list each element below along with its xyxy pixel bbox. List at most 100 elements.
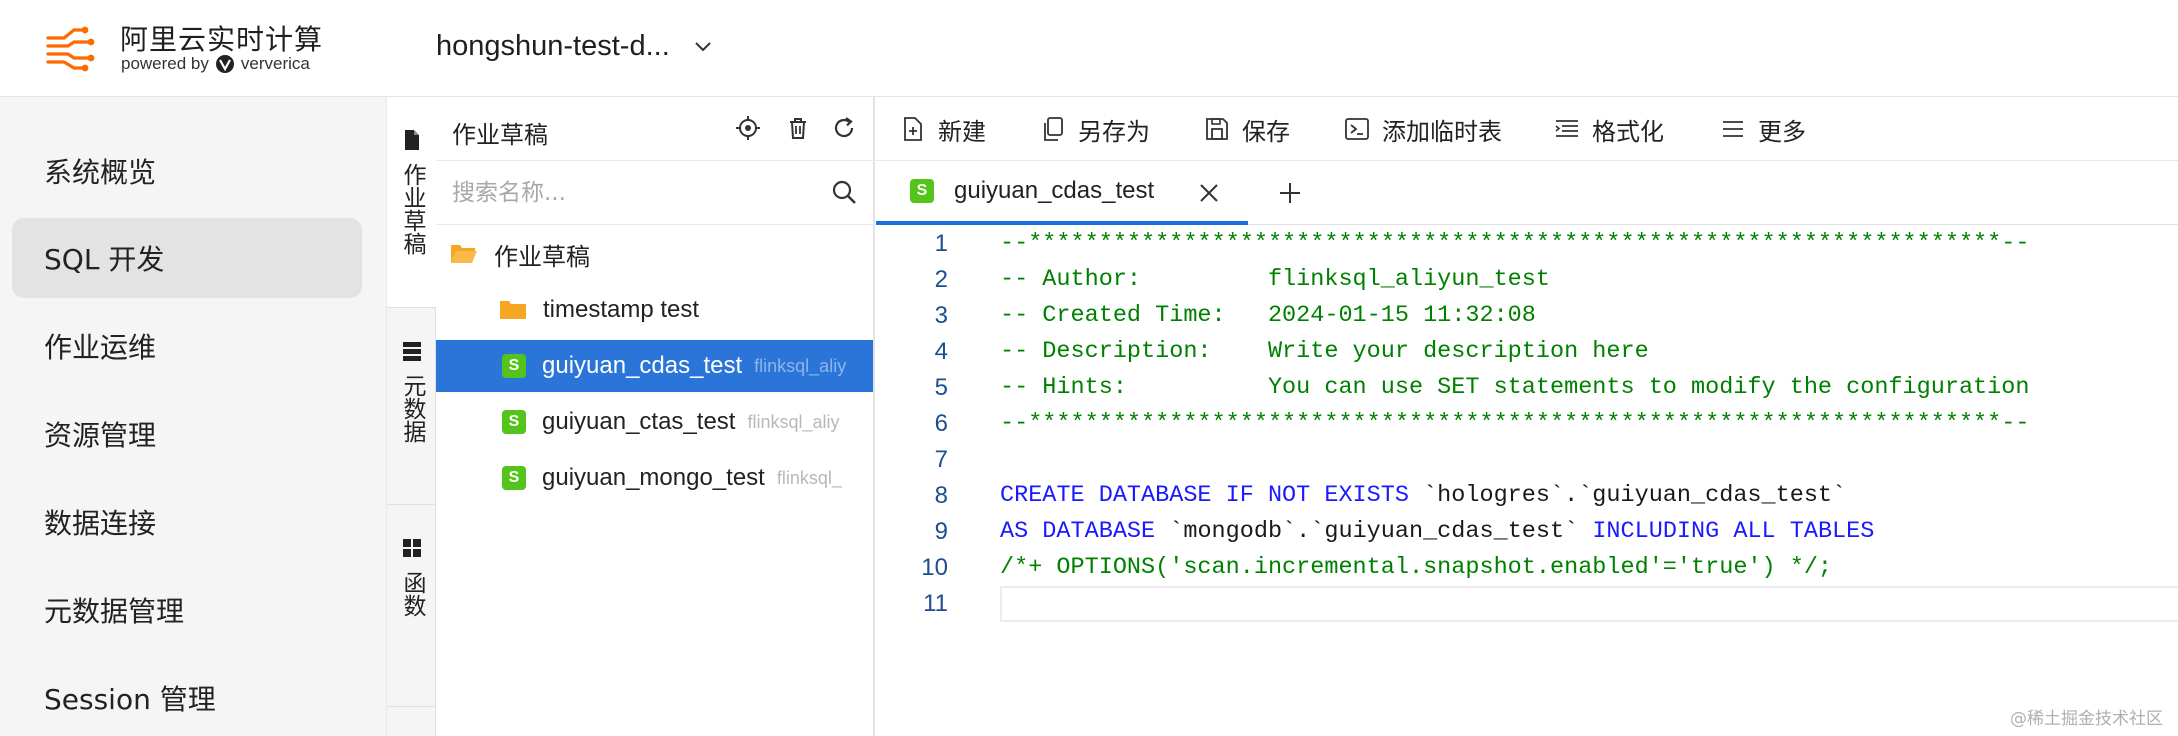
tree-item-name: guiyuan_ctas_test [542, 408, 736, 435]
code-text: AS DATABASE `mongodb`.`guiyuan_cdas_test… [1000, 514, 1874, 550]
code-line[interactable]: 10 /*+ OPTIONS('scan.incremental.snapshot… [876, 550, 2178, 586]
sql-comment: --**************************************… [1000, 410, 2030, 437]
line-number: 8 [934, 482, 948, 509]
save-icon [1206, 118, 1228, 140]
format-icon [1555, 120, 1578, 137]
add-temp-table-button[interactable]: 添加临时表 [1344, 111, 1502, 147]
save-as-button[interactable]: 另存为 [1040, 111, 1150, 147]
code-line[interactable]: 3 -- Created Time: 2024-01-15 11:32:08 [876, 298, 2178, 334]
nav-item-connections[interactable]: 数据连接 [12, 482, 362, 562]
tree-file-guiyuan-cdas-test[interactable]: S guiyuan_cdas_test flinksql_aliy [436, 340, 873, 392]
code-line[interactable]: 9 AS DATABASE `mongodb`.`guiyuan_cdas_tes… [876, 514, 2178, 550]
nav-item-label: 数据连接 [44, 507, 157, 540]
more-button-label: 更多 [1758, 117, 1806, 146]
drafts-panel: 作业草稿 作业草稿 timestamp test [436, 97, 875, 736]
sql-comment: -- Created Time: 2024-01-15 11:32:08 [1000, 302, 1536, 329]
sql-comment: --**************************************… [1000, 230, 2030, 257]
more-button[interactable]: 更多 [1720, 111, 1806, 147]
add-temp-table-button-label: 添加临时表 [1382, 117, 1502, 146]
vtab-functions[interactable]: 函数 [387, 505, 437, 665]
trash-icon[interactable] [784, 114, 812, 142]
code-text: -- Description: Write your description h… [1000, 334, 1649, 370]
code-line[interactable]: 4 -- Description: Write your description … [876, 334, 2178, 370]
tab-guiyuan-cdas-test[interactable]: S guiyuan_cdas_test [876, 161, 1248, 225]
tree-folder-drafts-root[interactable]: 作业草稿 [436, 228, 873, 280]
search-input[interactable] [452, 175, 812, 211]
current-line-highlight [1000, 586, 2178, 622]
tree-item-name: guiyuan_mongo_test [542, 464, 765, 491]
vtab-label: 函数 [399, 571, 425, 617]
search-icon[interactable] [829, 177, 859, 207]
editor-tab-bar: S guiyuan_cdas_test [876, 161, 2178, 225]
sql-keyword: INCLUDING ALL TABLES [1592, 518, 1875, 545]
save-button[interactable]: 保存 [1204, 111, 1290, 147]
locate-icon[interactable] [734, 114, 762, 142]
vtab-label: 元数据 [399, 374, 425, 443]
nav-item-overview[interactable]: 系统概览 [12, 131, 362, 211]
tree-file-guiyuan-mongo-test[interactable]: S guiyuan_mongo_test flinksql_ [436, 452, 873, 504]
code-line[interactable]: 6 --*************************************… [876, 406, 2178, 442]
realtime-compute-logo-icon[interactable] [44, 22, 96, 74]
line-number: 7 [934, 446, 948, 473]
line-number: 11 [923, 590, 948, 617]
tab-label: guiyuan_cdas_test [954, 177, 1155, 204]
powered-by-text: powered by [121, 54, 209, 73]
code-text: -- Author: flinksql_aliyun_test [1000, 262, 1550, 298]
nav-item-sql-dev[interactable]: SQL 开发 [12, 218, 362, 298]
refresh-icon[interactable] [830, 114, 858, 142]
line-number: 9 [934, 518, 948, 545]
tree-file-guiyuan-ctas-test[interactable]: S guiyuan_ctas_test flinksql_aliy [436, 396, 873, 448]
tree-folder-timestamp-test[interactable]: timestamp test [436, 284, 873, 336]
code-text: --**************************************… [1000, 406, 2029, 442]
new-button[interactable]: 新建 [900, 111, 986, 147]
tree-item-owner: flinksql_ [776, 467, 842, 488]
workspace-selector[interactable]: hongshun-test-d... [436, 30, 712, 63]
new-file-icon [904, 117, 922, 141]
main-sidebar: 系统概览 SQL 开发 作业运维 资源管理 数据连接 元数据管理 Session… [0, 97, 386, 736]
save-button-label: 保存 [1242, 117, 1290, 146]
drafts-panel-header: 作业草稿 [436, 97, 873, 161]
sql-keyword: CREATE DATABASE IF NOT EXISTS [1000, 482, 1409, 509]
add-tab-icon[interactable] [1276, 179, 1304, 207]
tree-item-owner: flinksql_aliy [747, 411, 840, 432]
code-line[interactable]: 7 [876, 442, 2178, 478]
close-icon[interactable] [1198, 182, 1220, 204]
vtab-label: 作业草稿 [399, 163, 425, 255]
top-header: 阿里云实时计算 powered by ververica hongshun-te… [0, 0, 2178, 97]
format-button[interactable]: 格式化 [1554, 111, 1664, 147]
folder-icon [500, 301, 526, 319]
tree-item-name: timestamp test [543, 296, 700, 323]
line-number: 1 [934, 230, 948, 257]
code-line[interactable]: 5 -- Hints: You can use SET statements to… [876, 370, 2178, 406]
code-text: -- Created Time: 2024-01-15 11:32:08 [1000, 298, 1536, 334]
line-number: 10 [921, 554, 948, 581]
code-line[interactable]: 8 CREATE DATABASE IF NOT EXISTS `hologres… [876, 478, 2178, 514]
nav-item-label: 资源管理 [44, 419, 157, 452]
drafts-search [436, 161, 873, 225]
sql-comment: -- Author: flinksql_aliyun_test [1000, 266, 1550, 293]
workspace-name: hongshun-test-d... [436, 30, 670, 62]
nav-item-job-ops[interactable]: 作业运维 [12, 306, 362, 386]
sql-comment: -- Description: Write your description h… [1000, 338, 1649, 365]
sql-text: `hologres`.`guiyuan_cdas_test` [1408, 482, 1847, 509]
tree-item-name: 作业草稿 [494, 243, 590, 271]
nav-item-resources[interactable]: 资源管理 [12, 394, 362, 474]
editor-toolbar: 新建 另存为 保存 添加临时表 格式化 更多 [876, 97, 2178, 161]
sql-code-editor[interactable]: 1 --*************************************… [876, 226, 2178, 736]
sql-comment: /*+ OPTIONS('scan.incremental.snapshot.e… [1000, 554, 1833, 581]
line-number: 5 [934, 374, 948, 401]
vtab-drafts[interactable]: 作业草稿 [387, 97, 437, 307]
code-line[interactable]: 1 --*************************************… [876, 226, 2178, 262]
code-line[interactable]: 11 [876, 586, 2178, 622]
vtab-metadata[interactable]: 元数据 [387, 308, 437, 468]
sql-file-icon: S [910, 179, 934, 203]
sql-file-icon: S [502, 466, 526, 490]
nav-item-metadata[interactable]: 元数据管理 [12, 570, 362, 650]
tree-item-name: guiyuan_cdas_test [542, 352, 743, 379]
brand-title: 阿里云实时计算 [120, 23, 324, 56]
nav-item-session[interactable]: Session 管理 [12, 658, 362, 736]
code-line[interactable]: 2 -- Author: flinksql_aliyun_test [876, 262, 2178, 298]
tree-item-owner: flinksql_aliy [754, 355, 847, 376]
sql-file-icon: S [502, 354, 526, 378]
database-icon [403, 342, 421, 361]
